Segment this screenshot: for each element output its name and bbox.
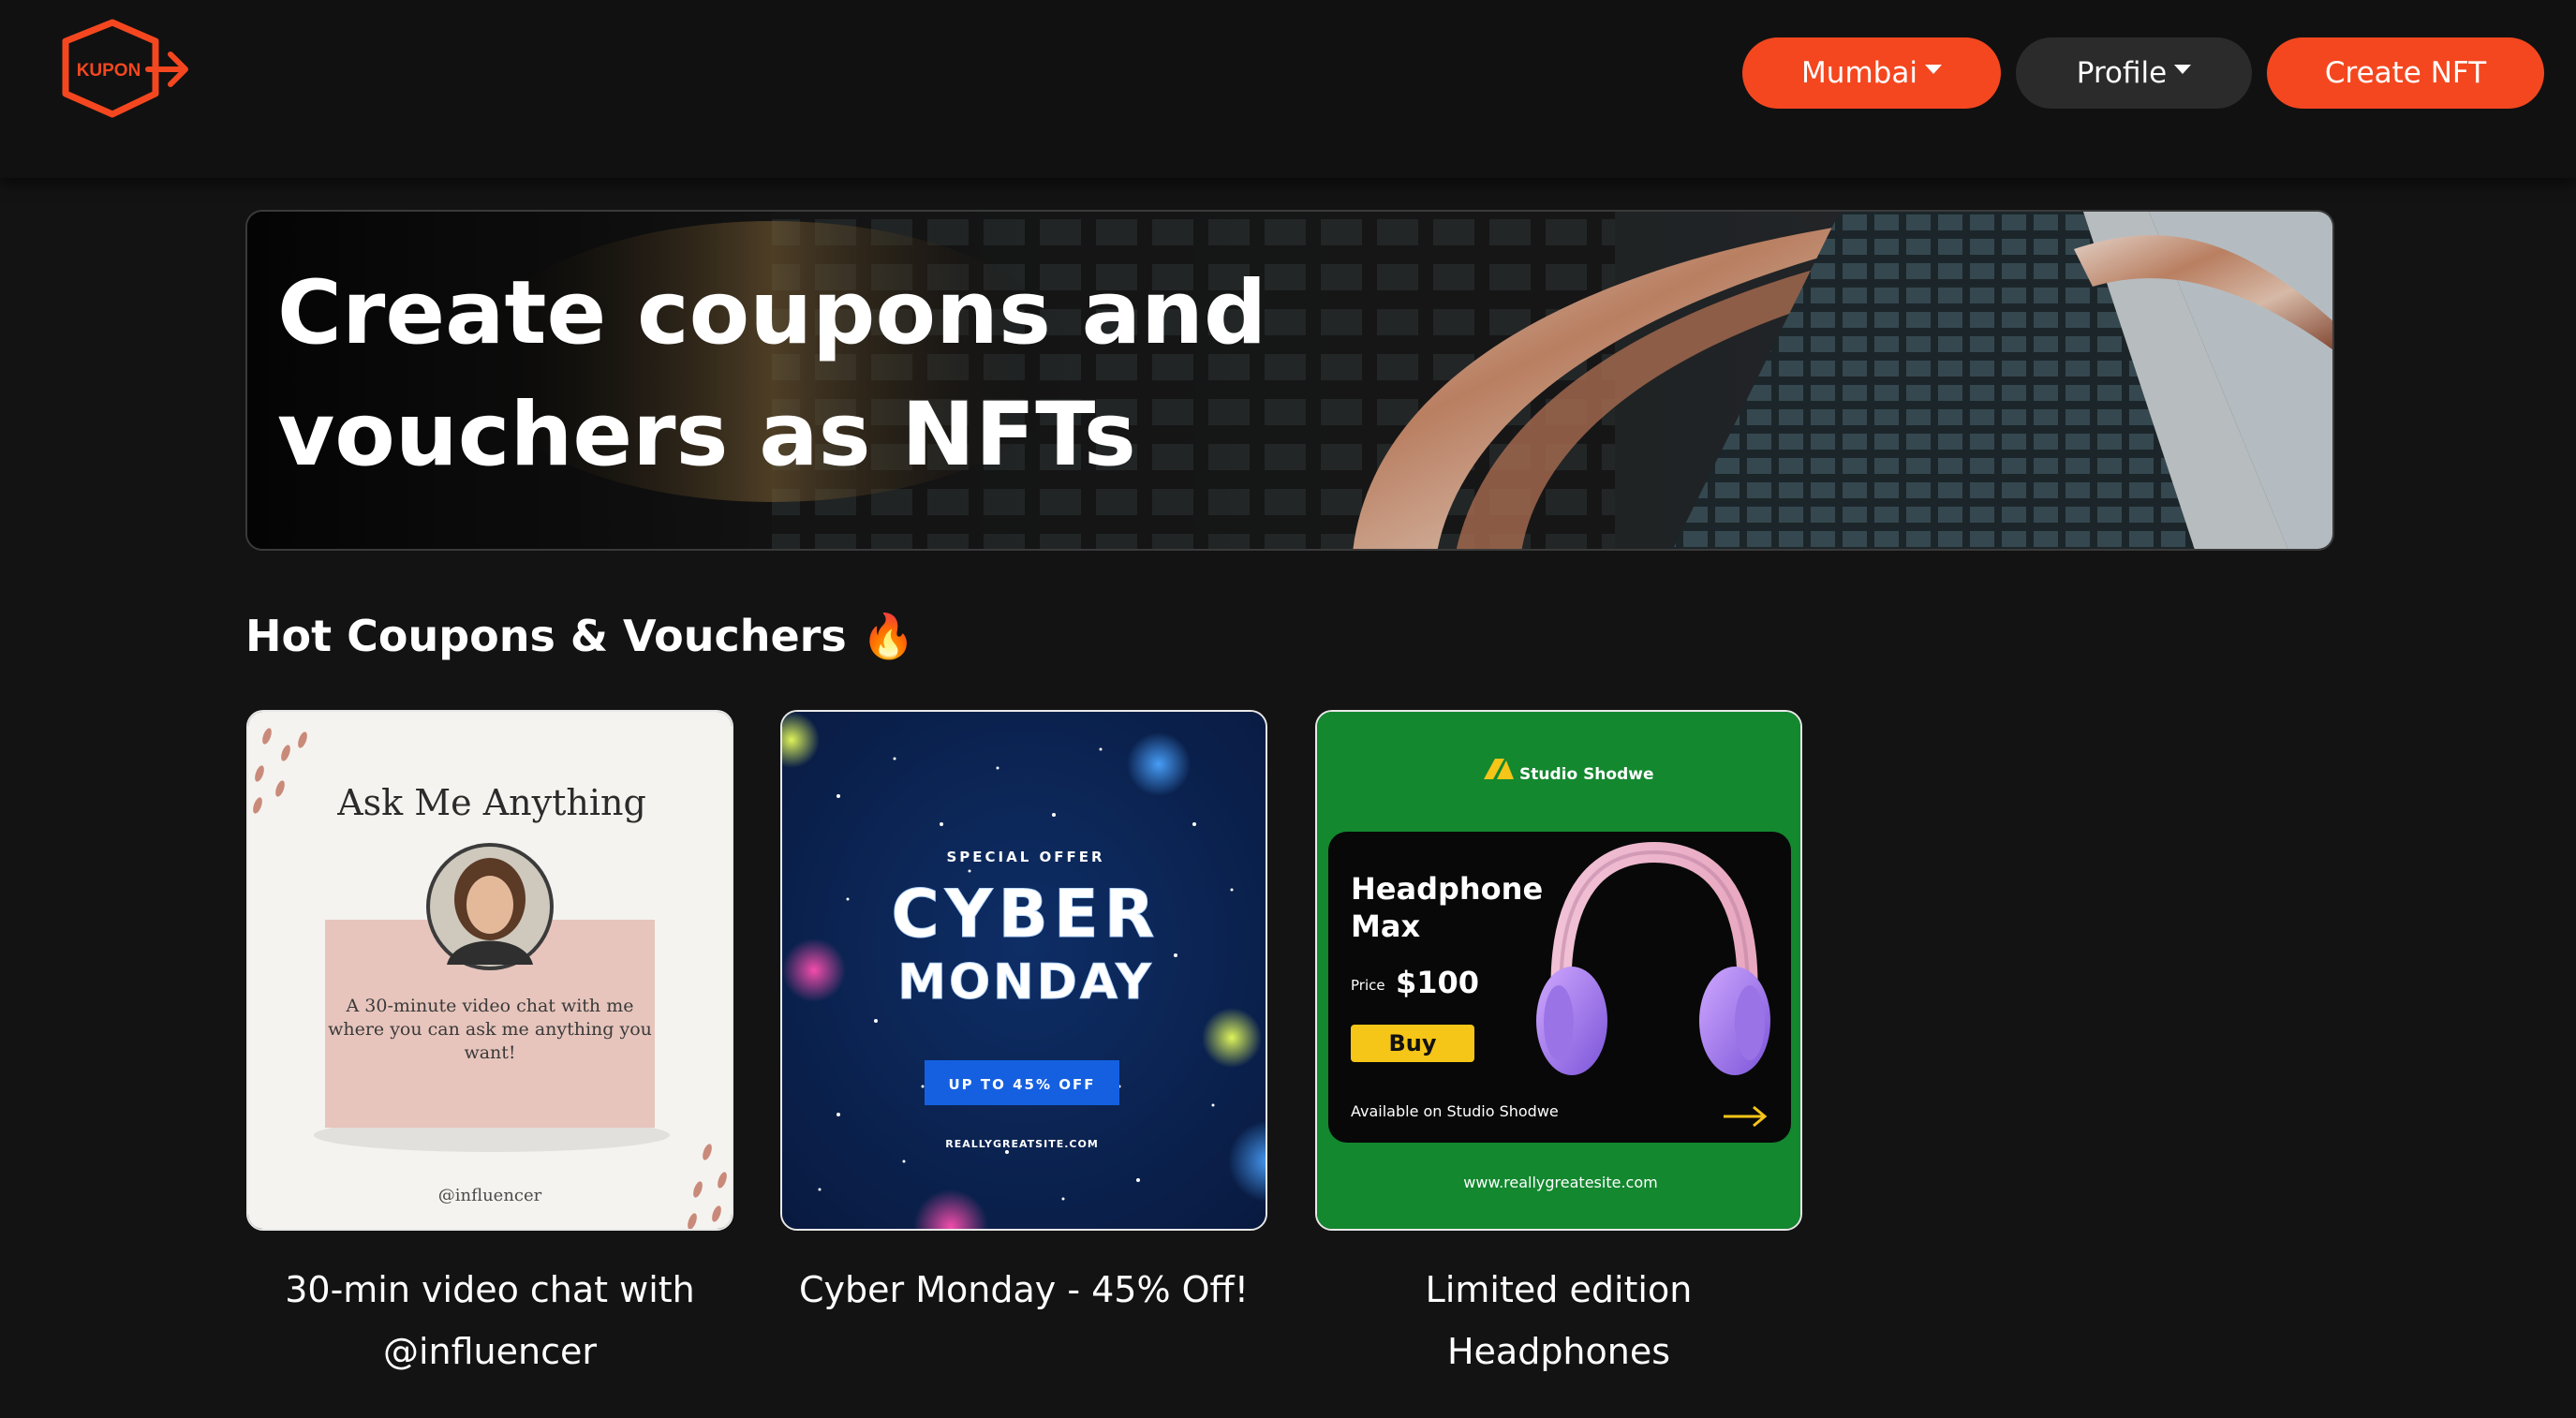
city-dropdown-label: Mumbai xyxy=(1801,56,1917,90)
create-nft-button[interactable]: Create NFT xyxy=(2267,37,2544,109)
kupon-logo[interactable]: KUPON xyxy=(54,19,195,126)
studio-brand: Studio Shodwe xyxy=(1519,765,1654,784)
city-dropdown-button[interactable]: Mumbai xyxy=(1742,37,2001,109)
coupon-card-image[interactable]: Studio Shodwe Headphone Max Price $100 B… xyxy=(1315,710,1802,1231)
top-navbar: KUPON Mumbai Profile Create NFT xyxy=(0,0,2576,178)
ama-handle: @influencer xyxy=(438,1186,542,1205)
headphones-ad-graphic: Studio Shodwe Headphone Max Price $100 B… xyxy=(1317,712,1800,1229)
cyber-line-1: CYBER xyxy=(891,876,1160,953)
price-label: Price xyxy=(1351,977,1385,994)
cyber-line-2: MONDAY xyxy=(897,954,1154,1011)
cyber-kicker: SPECIAL OFFER xyxy=(946,849,1104,865)
ama-heading: Ask Me Anything xyxy=(336,782,646,823)
coupon-card-title[interactable]: Cyber Monday - 45% Off! xyxy=(780,1259,1267,1321)
coupon-card-image[interactable]: Ask Me Anything A 30-minute video chat w… xyxy=(246,710,733,1231)
studio-site: www.reallygreatesite.com xyxy=(1463,1174,1657,1191)
caret-down-icon xyxy=(2174,65,2192,74)
ama-description-line-1: A 30-minute video chat with me xyxy=(346,996,634,1016)
product-name-line-1: Headphone xyxy=(1351,871,1543,907)
cyber-site: REALLYGREATSITE.COM xyxy=(945,1138,1099,1150)
coupon-card-title[interactable]: 30-min video chat with @influencer xyxy=(246,1259,733,1382)
product-name-line-2: Max xyxy=(1351,908,1420,944)
buy-button-label: Buy xyxy=(1388,1030,1436,1056)
profile-dropdown-button[interactable]: Profile xyxy=(2016,37,2252,109)
price-value: $100 xyxy=(1396,965,1479,1000)
ama-description-line-2: where you can ask me anything you xyxy=(328,1019,652,1040)
ama-description-line-3: want! xyxy=(464,1042,515,1063)
logo-text: KUPON xyxy=(77,61,141,81)
coupon-card-image[interactable]: SPECIAL OFFER CYBER MONDAY UP TO 45% OFF… xyxy=(780,710,1267,1231)
coupon-card-title[interactable]: Limited edition Headphones xyxy=(1315,1259,1802,1382)
caret-down-icon xyxy=(1924,65,1942,74)
hero-banner: Create coupons and vouchers as NFTs xyxy=(245,210,2334,551)
cyber-monday-graphic: SPECIAL OFFER CYBER MONDAY UP TO 45% OFF… xyxy=(782,712,1266,1229)
coupon-card[interactable]: SPECIAL OFFER CYBER MONDAY UP TO 45% OFF… xyxy=(780,710,1267,1321)
hero-title: Create coupons and vouchers as NFTs xyxy=(277,253,1401,496)
section-title-hot-coupons: Hot Coupons & Vouchers 🔥 xyxy=(245,611,916,661)
coupon-card[interactable]: Ask Me Anything A 30-minute video chat w… xyxy=(246,710,733,1382)
ama-voucher-graphic: Ask Me Anything A 30-minute video chat w… xyxy=(248,712,732,1229)
hero-title-line-1: Create coupons and xyxy=(277,262,1267,364)
hero-title-line-2: vouchers as NFTs xyxy=(277,384,1136,486)
profile-dropdown-label: Profile xyxy=(2076,56,2168,90)
availability-text: Available on Studio Shodwe xyxy=(1351,1102,1559,1120)
discount-badge-text: UP TO 45% OFF xyxy=(949,1076,1096,1093)
coupon-card[interactable]: Studio Shodwe Headphone Max Price $100 B… xyxy=(1315,710,1802,1382)
